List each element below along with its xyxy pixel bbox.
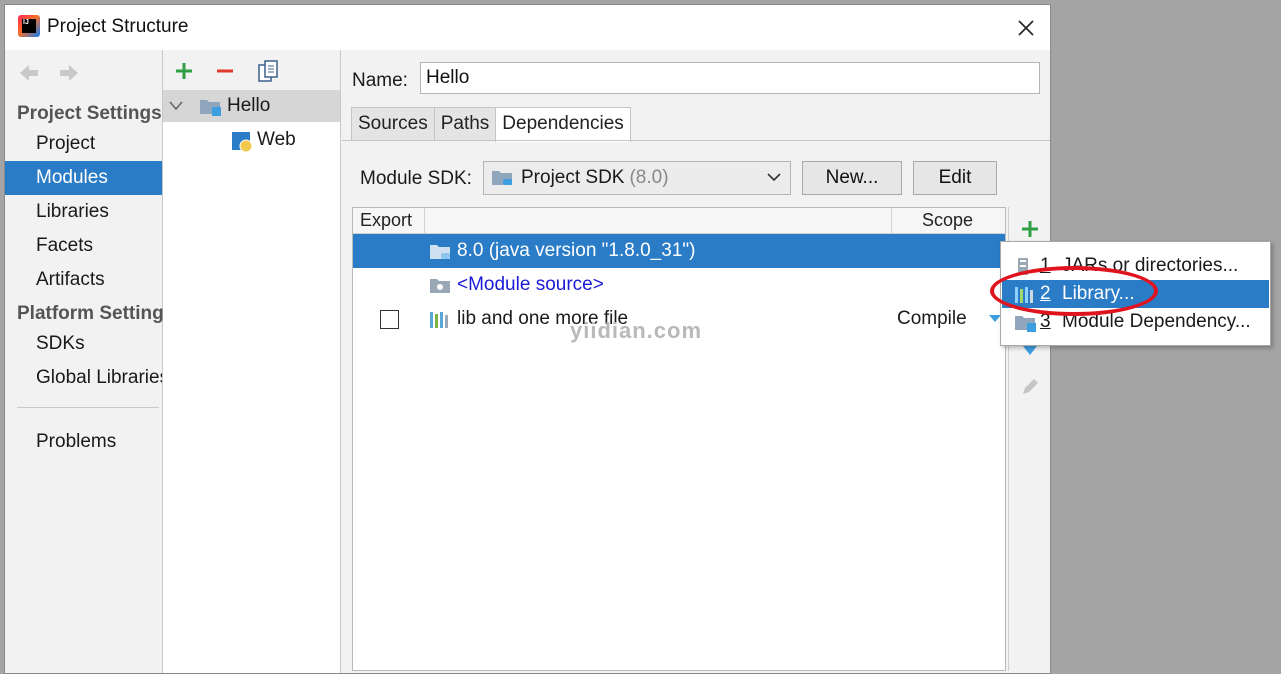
add-dependency-menu: 1 JARs or directories... 2 Library... 3 … — [1000, 241, 1271, 346]
project-settings-header: Project Settings — [17, 103, 162, 124]
new-sdk-button[interactable]: New... — [802, 161, 902, 195]
close-button[interactable] — [1002, 5, 1050, 50]
web-facet-icon — [232, 132, 253, 153]
menu-mnemonic: 3 — [1040, 311, 1051, 332]
dependency-name: 8.0 (java version "1.8.0_31") — [457, 240, 696, 261]
title-bar: IJ Project Structure — [5, 5, 1050, 50]
sidebar-item-artifacts[interactable]: Artifacts — [5, 263, 162, 297]
dependency-name: <Module source> — [457, 274, 604, 295]
column-divider — [424, 208, 425, 233]
jdk-folder-icon — [430, 245, 450, 259]
menu-item-jars[interactable]: 1 JARs or directories... — [1002, 252, 1269, 280]
sidebar-item-sdks[interactable]: SDKs — [5, 327, 162, 361]
settings-sidebar: Project Settings Project Modules Librari… — [5, 50, 174, 673]
sidebar-item-project[interactable]: Project — [5, 127, 162, 161]
sdk-value: Project SDK — [521, 167, 625, 188]
plus-icon — [1022, 221, 1038, 237]
module-tabs: Sources Paths Dependencies — [351, 107, 631, 142]
library-icon — [430, 312, 448, 328]
module-detail-panel: Name: Sources Paths Dependencies Module … — [342, 50, 1050, 673]
table-header: Export Scope — [353, 208, 1005, 234]
module-tree-toolbar — [163, 50, 340, 90]
remove-module-button[interactable] — [212, 58, 238, 84]
chevron-down-icon — [767, 173, 781, 182]
menu-item-library[interactable]: 2 Library... — [1002, 280, 1269, 308]
chevron-down-icon[interactable] — [169, 101, 183, 111]
close-icon — [1018, 19, 1034, 36]
module-name-input[interactable] — [420, 62, 1040, 94]
table-row[interactable]: 8.0 (java version "1.8.0_31") — [353, 234, 1005, 268]
column-header-scope[interactable]: Scope — [922, 208, 973, 233]
copy-module-button[interactable] — [255, 58, 281, 84]
platform-settings-header: Platform Settings — [17, 303, 175, 324]
add-dependency-button[interactable] — [1016, 215, 1044, 243]
menu-mnemonic: 1 — [1040, 255, 1051, 276]
sdk-version: (8.0) — [629, 167, 669, 188]
module-sdk-select[interactable]: Project SDK (8.0) — [483, 161, 791, 195]
export-checkbox[interactable] — [380, 310, 399, 329]
tree-item-label: Web — [257, 129, 296, 150]
window-title: Project Structure — [47, 16, 189, 37]
project-structure-dialog: IJ Project Structure Project Settings Pr… — [4, 4, 1051, 674]
module-icon — [1015, 316, 1036, 332]
tab-divider — [342, 140, 1050, 141]
edit-sdk-button[interactable]: Edit — [913, 161, 997, 195]
back-arrow-icon[interactable] — [17, 62, 41, 84]
menu-item-module-dependency[interactable]: 3 Module Dependency... — [1002, 308, 1269, 336]
sidebar-item-libraries[interactable]: Libraries — [5, 195, 162, 229]
pencil-icon — [1023, 379, 1038, 394]
forward-arrow-icon[interactable] — [57, 62, 81, 84]
dependencies-table: Export Scope 8.0 (java version "1.8.0_31… — [352, 207, 1006, 671]
sidebar-item-facets[interactable]: Facets — [5, 229, 162, 263]
menu-label: Module Dependency... — [1062, 311, 1251, 332]
module-tree-panel: Hello Web — [163, 50, 341, 673]
minus-icon — [217, 69, 233, 73]
sidebar-divider — [17, 407, 159, 408]
sidebar-item-global-libraries[interactable]: Global Libraries — [5, 361, 162, 395]
column-divider — [891, 208, 892, 233]
scope-value[interactable]: Compile — [897, 302, 967, 336]
menu-mnemonic: 2 — [1040, 283, 1051, 304]
add-module-button[interactable] — [171, 58, 197, 84]
module-sdk-label: Module SDK: — [360, 168, 472, 189]
edit-dependency-button[interactable] — [1016, 373, 1044, 401]
tab-paths[interactable]: Paths — [433, 107, 497, 141]
sidebar-item-modules[interactable]: Modules — [5, 161, 162, 195]
jar-icon — [1018, 258, 1028, 275]
menu-label: JARs or directories... — [1062, 255, 1239, 276]
tab-sources[interactable]: Sources — [351, 107, 435, 141]
tree-item-hello[interactable]: Hello — [163, 90, 340, 122]
menu-label: Library... — [1062, 283, 1135, 304]
module-folder-icon — [200, 100, 221, 116]
plus-icon — [176, 63, 192, 79]
library-icon — [1015, 287, 1033, 303]
sdk-folder-icon — [492, 171, 512, 185]
tree-item-label: Hello — [227, 95, 271, 116]
arrow-down-icon — [1023, 346, 1037, 355]
column-header-export[interactable]: Export — [360, 208, 412, 233]
source-folder-icon — [430, 279, 450, 293]
sidebar-item-problems[interactable]: Problems — [5, 425, 162, 459]
copy-icon — [258, 60, 278, 82]
tab-dependencies[interactable]: Dependencies — [495, 107, 631, 142]
intellij-logo-icon: IJ — [18, 15, 40, 37]
watermark-text: yiidian.com — [570, 318, 703, 343]
table-row[interactable]: <Module source> — [353, 268, 1005, 302]
name-label: Name: — [352, 70, 408, 91]
